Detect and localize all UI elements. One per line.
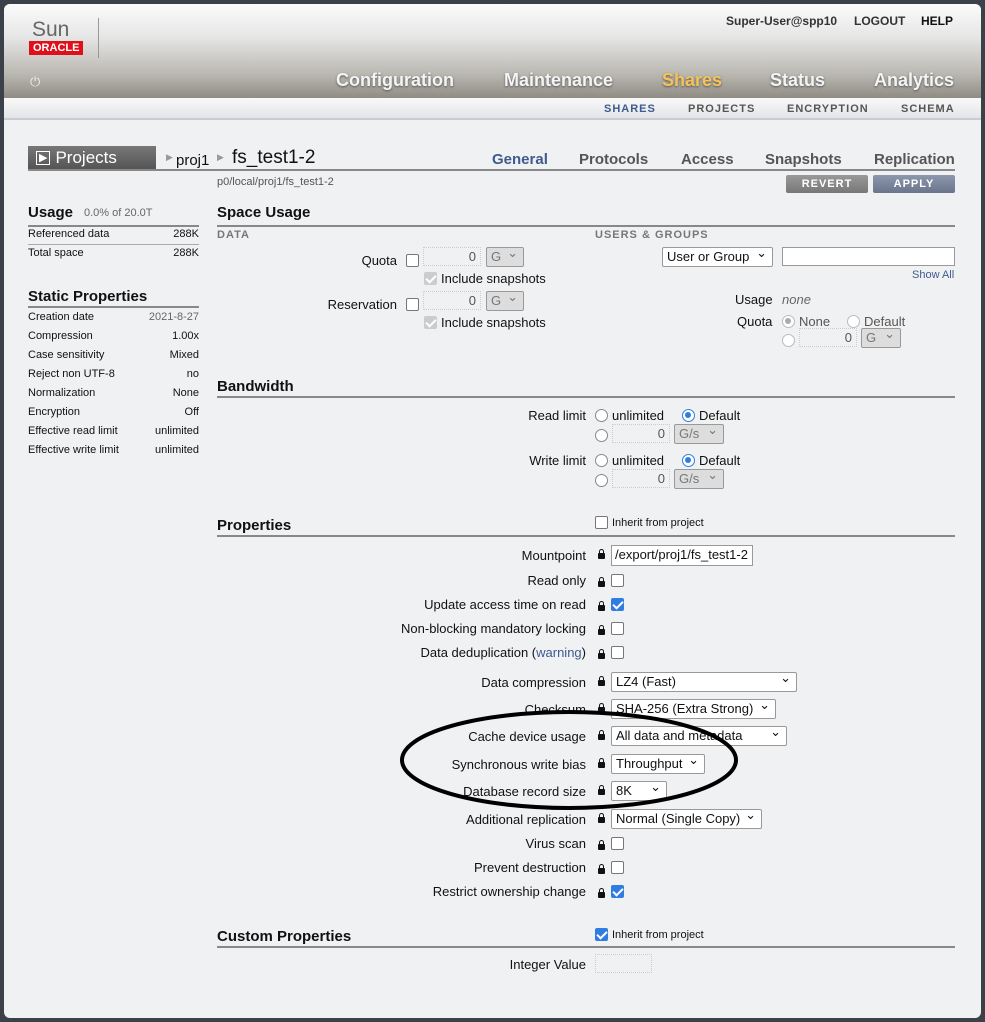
page: Sun ORACLE ⏻ Super-User@spp10 LOGOUT HEL… (4, 4, 981, 1018)
annotation-ellipse (400, 710, 738, 810)
